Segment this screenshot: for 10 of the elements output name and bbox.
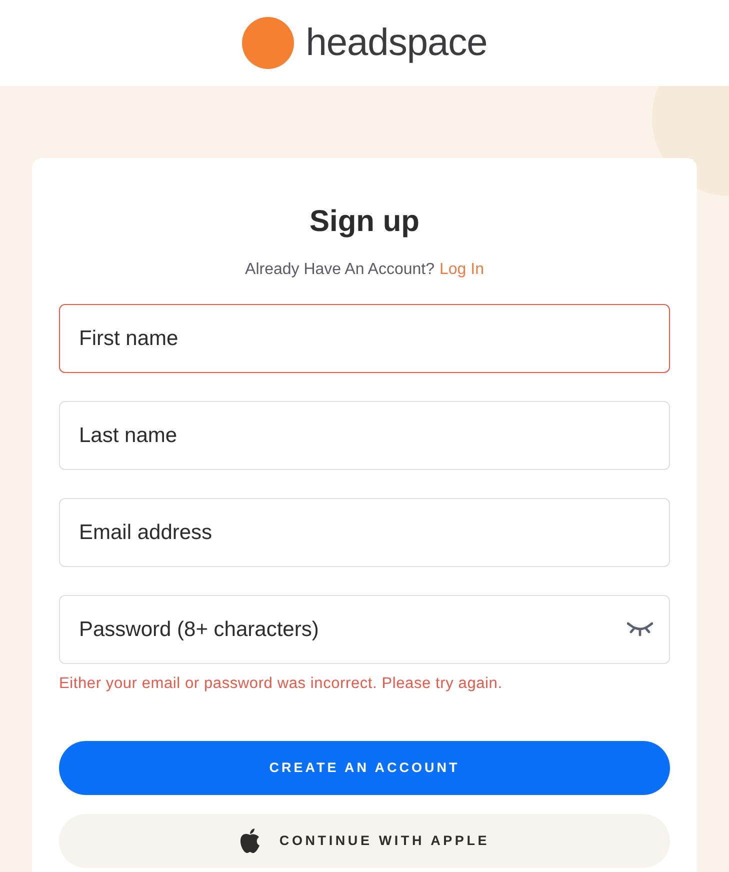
logo-text: headspace bbox=[306, 20, 488, 66]
account-prompt: Already Have An Account? bbox=[245, 260, 434, 280]
apple-sign-in-button[interactable]: CONTINUE WITH APPLE bbox=[59, 814, 670, 868]
create-account-button[interactable]: CREATE AN ACCOUNT bbox=[59, 741, 670, 796]
closed-eye-icon[interactable] bbox=[627, 621, 653, 637]
login-link[interactable]: Log In bbox=[439, 258, 484, 282]
form-title: Sign up bbox=[308, 204, 420, 240]
input-field[interactable]: First name bbox=[59, 304, 670, 373]
apple-icon bbox=[239, 828, 262, 854]
error-message: Either your email or password was incorrect. Please try again. bbox=[59, 674, 504, 694]
